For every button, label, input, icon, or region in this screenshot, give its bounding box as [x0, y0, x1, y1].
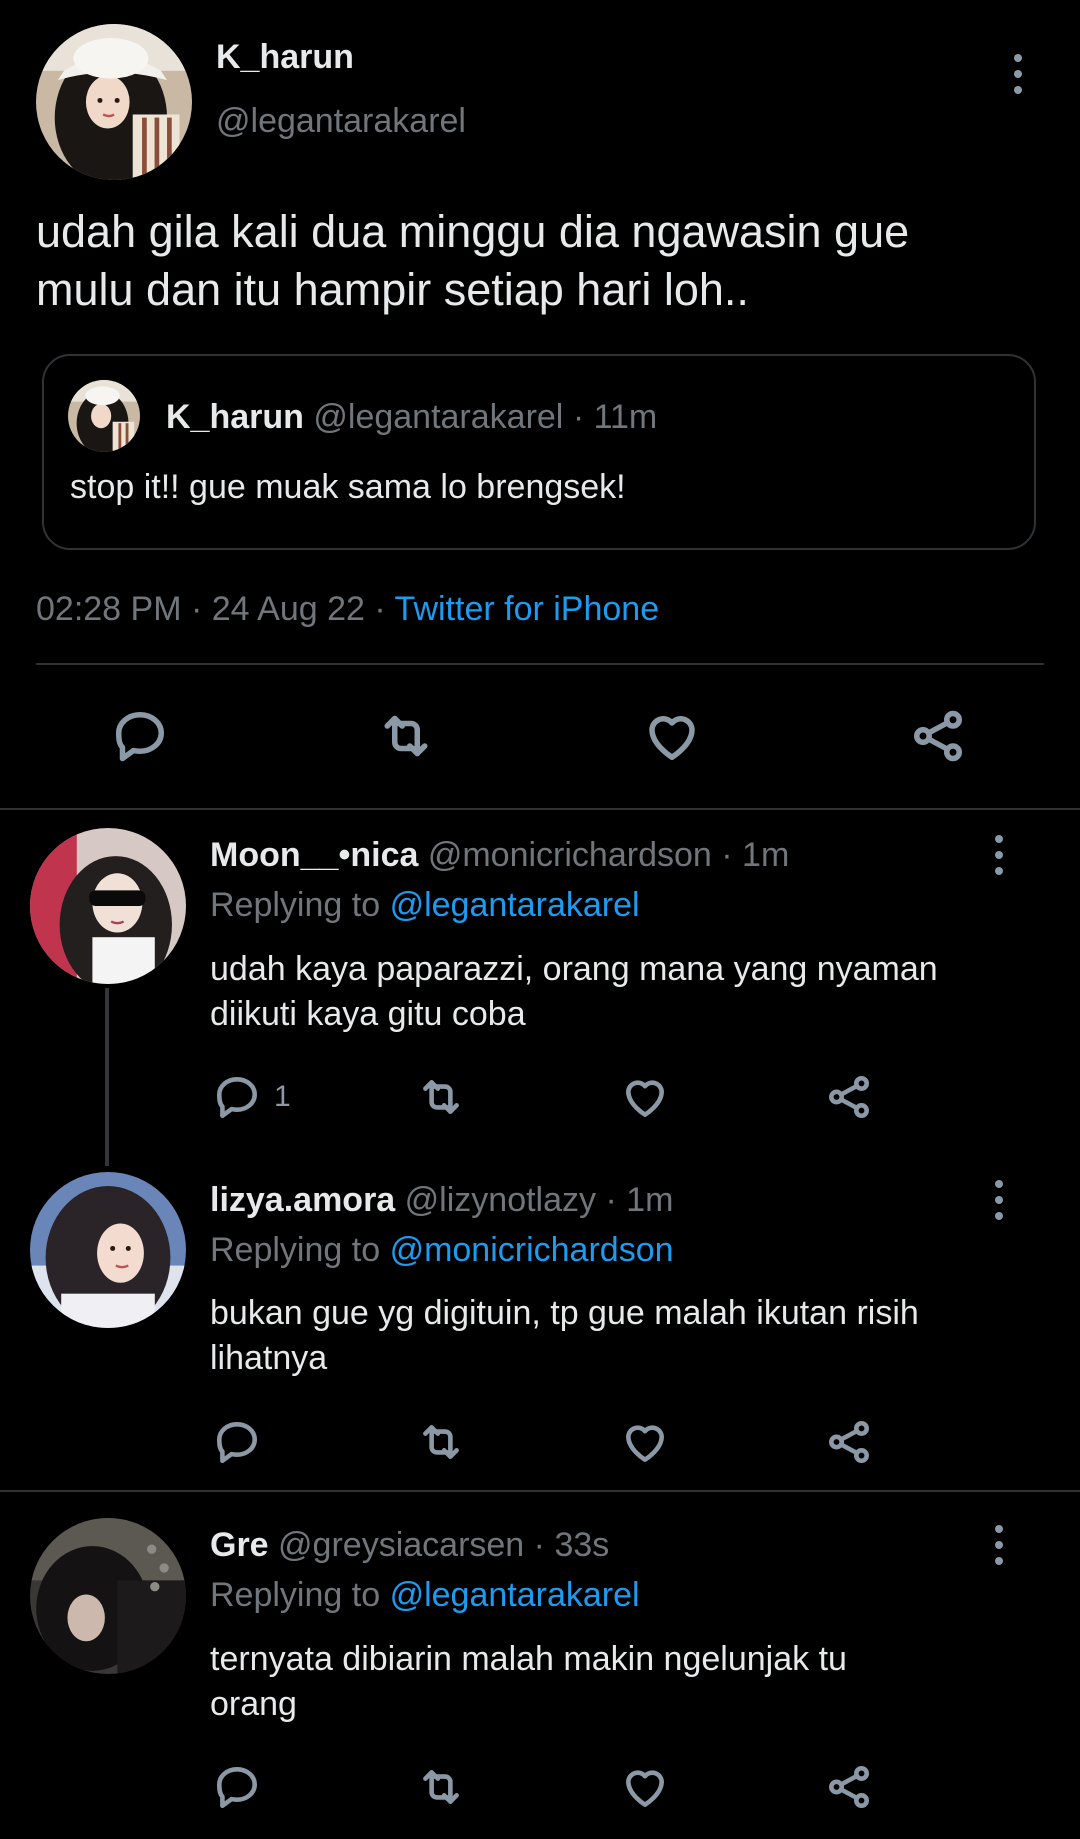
share-button[interactable] [824, 1072, 874, 1122]
share-button[interactable] [824, 1417, 874, 1467]
reply-text-line-1: udah kaya paparazzi, orang mana yang nya… [210, 950, 938, 988]
quoted-timestamp: 11m [593, 398, 658, 436]
more-options-icon[interactable] [979, 1170, 1019, 1230]
replying-to-label: Replying to [210, 886, 381, 924]
like-button[interactable] [642, 706, 702, 766]
replying-to-handle[interactable]: @monicrichardson [390, 1231, 674, 1269]
retweet-icon [423, 1770, 459, 1804]
reply-timestamp: 1m [626, 1181, 674, 1219]
retweet-button[interactable] [376, 706, 436, 766]
replying-to-label: Replying to [210, 1576, 381, 1614]
reply-timestamp: 33s [554, 1526, 610, 1564]
retweet-button[interactable] [416, 1417, 466, 1467]
reply-icon [217, 1077, 257, 1119]
share-icon [829, 1420, 869, 1464]
reply-separator: · [721, 836, 733, 874]
reply-display-name[interactable]: lizya.amora [210, 1181, 395, 1219]
like-button[interactable] [620, 1417, 670, 1467]
tweet-meta-separator: · [374, 590, 386, 628]
replying-to-label: Replying to [210, 1231, 381, 1269]
reply-handle[interactable]: @monicrichardson [428, 836, 712, 874]
author-handle[interactable]: @legantarakarel [216, 102, 466, 141]
reply-display-name[interactable]: Moon__•nica [210, 836, 418, 874]
share-button[interactable] [908, 706, 968, 766]
divider [36, 663, 1044, 665]
like-icon [626, 1425, 664, 1462]
reply-separator: · [605, 1181, 617, 1219]
reply-text-line-1: bukan gue yg digituin, tp gue malah ikut… [210, 1294, 919, 1332]
reply-icon [217, 1422, 257, 1464]
quoted-tweet-text: stop it!! gue muak sama lo brengsek! [70, 468, 626, 506]
reply-count: 1 [274, 1080, 291, 1113]
like-button[interactable] [620, 1072, 670, 1122]
tweet-text-line-2: mulu dan itu hampir setiap hari loh.. [36, 264, 749, 315]
tweet-text-line-1: udah gila kali dua minggu dia ngawasin g… [36, 206, 910, 257]
retweet-icon [423, 1080, 459, 1114]
like-icon [626, 1770, 664, 1807]
replying-to-handle[interactable]: @legantarakarel [390, 1576, 640, 1614]
like-button[interactable] [620, 1762, 670, 1812]
reply-button[interactable] [212, 1417, 262, 1467]
retweet-icon [384, 715, 428, 757]
share-icon [829, 1765, 869, 1809]
quoted-author-avatar [68, 380, 140, 452]
share-icon [829, 1075, 869, 1119]
reply-text-line-1: ternyata dibiarin malah makin ngelunjak … [210, 1640, 847, 1678]
like-icon [649, 716, 695, 760]
tweet-meta-separator: · [190, 590, 203, 628]
quoted-display-name: K_harun [166, 398, 304, 436]
quoted-separator: · [572, 398, 585, 436]
like-icon [626, 1080, 664, 1117]
reply-icon [116, 712, 164, 762]
tweet-source-link[interactable]: Twitter for iPhone [395, 590, 660, 628]
reply-text-line-2: diikuti kaya gitu coba [210, 995, 526, 1033]
quoted-handle: @legantarakarel [313, 398, 564, 436]
reply-button[interactable]: 1 [212, 1072, 291, 1122]
tweet-time: 02:28 PM [36, 590, 182, 628]
retweet-button[interactable] [416, 1762, 466, 1812]
quoted-tweet-card[interactable]: K_harun @legantarakarel · 11m stop it!! … [42, 354, 1036, 550]
share-icon [914, 710, 962, 762]
divider [0, 1490, 1080, 1492]
reply-display-name[interactable]: Gre [210, 1526, 269, 1564]
reply-author-avatar[interactable] [30, 828, 186, 984]
reply-separator: · [533, 1526, 545, 1564]
divider [0, 808, 1080, 810]
reply-handle[interactable]: @greysiacarsen [278, 1526, 524, 1564]
more-options-icon[interactable] [998, 44, 1038, 104]
tweet-date: 24 Aug 22 [211, 590, 365, 628]
reply-author-avatar[interactable] [30, 1172, 186, 1328]
retweet-icon [423, 1425, 459, 1459]
share-button[interactable] [824, 1762, 874, 1812]
author-display-name[interactable]: K_harun [216, 38, 354, 77]
reply-icon [217, 1767, 257, 1809]
reply-button[interactable] [110, 706, 170, 766]
reply-author-avatar[interactable] [30, 1518, 186, 1674]
thread-connector [105, 988, 109, 1166]
retweet-button[interactable] [416, 1072, 466, 1122]
replying-to-handle[interactable]: @legantarakarel [390, 886, 640, 924]
reply-text-line-2: orang [210, 1685, 297, 1723]
reply-timestamp: 1m [742, 836, 790, 874]
more-options-icon[interactable] [979, 825, 1019, 885]
tweet-meta: 02:28 PM · 24 Aug 22 · Twitter for iPhon… [36, 590, 659, 629]
author-avatar[interactable] [36, 24, 192, 180]
more-options-icon[interactable] [979, 1515, 1019, 1575]
reply-text-line-2: lihatnya [210, 1339, 328, 1377]
reply-button[interactable] [212, 1762, 262, 1812]
reply-handle[interactable]: @lizynotlazy [405, 1181, 596, 1219]
